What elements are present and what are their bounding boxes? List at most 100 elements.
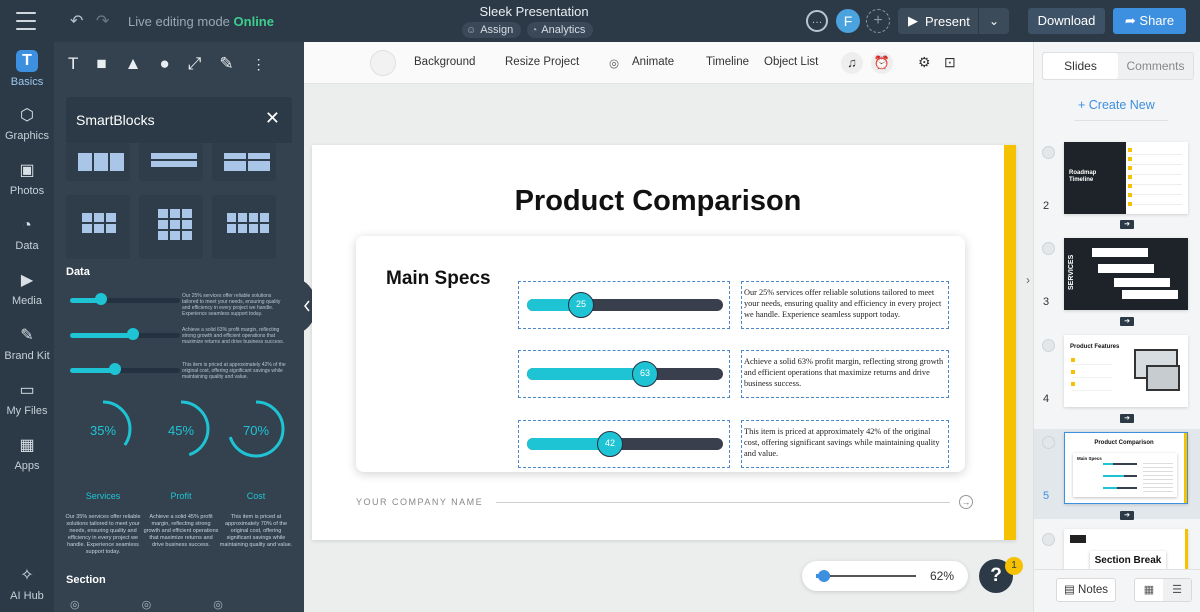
transition-icon[interactable]: ➔ — [1120, 317, 1134, 326]
spec-description[interactable]: Achieve a solid 63% profit margin, refle… — [741, 350, 949, 398]
rail-item-apps[interactable]: ▦ Apps — [0, 436, 54, 472]
spec-slider[interactable]: 63 — [518, 350, 730, 398]
section-preview-icons[interactable]: ◎◎◎ — [70, 598, 285, 611]
rail-item-photos[interactable]: ▣ Photos — [0, 161, 54, 197]
card-title[interactable]: Main Specs — [386, 268, 491, 290]
slide-thumbnail-active[interactable]: Product Comparison Main Specs — [1064, 432, 1188, 504]
rail-item-media[interactable]: ▶ Media — [0, 271, 54, 307]
slide-options-dot[interactable] — [1042, 339, 1055, 352]
mini-slider-text: Achieve a solid 63% profit margin, refle… — [182, 327, 284, 345]
triangle-tool-icon[interactable]: ▲ — [125, 54, 142, 74]
settings-gear-icon[interactable]: ⚙ — [918, 54, 931, 71]
slide-canvas[interactable]: Product Comparison Main Specs 25 Our 25%… — [312, 145, 1016, 540]
music-icon[interactable]: ♫ — [841, 52, 863, 74]
alarm-clock-icon[interactable]: ⏰ — [871, 52, 893, 74]
background-button[interactable]: Background — [414, 56, 475, 68]
section-heading: Section — [66, 574, 106, 586]
slide-options-dot[interactable] — [1042, 242, 1055, 255]
close-icon[interactable]: ✕ — [265, 108, 280, 129]
thumb-title: Product Features — [1070, 344, 1120, 350]
background-color-swatch[interactable] — [370, 50, 396, 76]
undo-icon[interactable]: ↶ — [70, 11, 83, 31]
redo-icon[interactable]: ↷ — [96, 11, 109, 31]
slider-knob — [109, 363, 121, 375]
slide-thumbnail[interactable]: Section Break — [1064, 529, 1188, 569]
slider-knob[interactable]: 42 — [597, 431, 623, 457]
animate-icon[interactable]: ◎ — [609, 56, 619, 70]
notes-button[interactable]: ▤ Notes — [1056, 578, 1116, 602]
thumb-text-lines — [1143, 460, 1173, 492]
text-tool-icon[interactable]: T — [68, 54, 78, 74]
list-view-icon[interactable]: ☰ — [1163, 579, 1191, 601]
screenshot-icon[interactable]: ⊡ — [944, 54, 956, 71]
spec-description[interactable]: This item is priced at approximately 42%… — [741, 420, 949, 468]
rail-item-my-files[interactable]: ▭ My Files — [0, 381, 54, 417]
tab-comments[interactable]: Comments — [1118, 53, 1193, 79]
download-button[interactable]: Download — [1028, 8, 1105, 34]
rail-item-ai-hub[interactable]: ✧ AI Hub — [0, 566, 54, 602]
company-name[interactable]: YOUR COMPANY NAME — [356, 497, 483, 507]
present-button[interactable]: ▶ Present — [898, 8, 978, 34]
slide-options-dot[interactable] — [1042, 436, 1055, 449]
line-tool-icon[interactable]: ⤢ — [188, 54, 202, 74]
avatar[interactable]: F — [836, 9, 860, 33]
specs-card[interactable]: Main Specs 25 Our 25% services offer rel… — [356, 236, 965, 472]
thumb-card — [1114, 278, 1170, 287]
spec-slider[interactable]: 25 — [518, 281, 730, 329]
zoom-slider-knob[interactable] — [818, 570, 830, 582]
transition-icon[interactable]: ➔ — [1120, 220, 1134, 229]
assign-button[interactable]: ☺ Assign — [462, 22, 522, 38]
mini-slider — [70, 328, 180, 340]
photo-icon: ▣ — [19, 162, 35, 179]
transition-icon[interactable]: ➔ — [1120, 414, 1134, 423]
add-collaborator-icon[interactable]: + — [866, 9, 890, 33]
layout-tile[interactable] — [212, 195, 276, 259]
slide-thumbnail[interactable]: Roadmap Timeline — [1064, 142, 1188, 214]
create-new-slide-button[interactable]: + Create New — [1078, 98, 1155, 112]
spec-slider[interactable]: 42 — [518, 420, 730, 468]
timeline-button[interactable]: Timeline — [706, 56, 749, 68]
more-tools-icon[interactable]: ⋮ — [252, 56, 266, 73]
slide-options-dot[interactable] — [1042, 533, 1055, 546]
slide-options-dot[interactable] — [1042, 146, 1055, 159]
smartblocks-panel: T ■ ▲ ● ⤢ ✎ ⋮ SmartBlocks ✕ Data Our 25%… — [54, 42, 304, 612]
rail-label: Graphics — [4, 130, 50, 142]
layout-tile[interactable] — [139, 143, 203, 181]
tab-slides[interactable]: Slides — [1043, 53, 1118, 79]
layout-tile[interactable] — [212, 143, 276, 181]
slide-thumbnail[interactable]: Product Features — [1064, 335, 1188, 407]
animate-button[interactable]: Animate — [632, 56, 674, 68]
thumb-slider-fill — [1103, 487, 1117, 489]
object-list-button[interactable]: Object List — [764, 56, 818, 68]
resize-project-button[interactable]: Resize Project — [505, 56, 579, 68]
rail-item-basics[interactable]: T Basics — [0, 50, 54, 88]
chat-icon[interactable]: … — [806, 10, 828, 32]
slide-title[interactable]: Product Comparison — [312, 185, 1004, 218]
circle-tool-icon[interactable]: ● — [160, 54, 170, 74]
grid-view-icon[interactable]: ▦ — [1135, 579, 1163, 601]
slider-fill — [70, 333, 132, 338]
layout-tile[interactable] — [139, 195, 203, 259]
present-dropdown-chevron-icon[interactable]: ⌄ — [979, 8, 1009, 34]
layout-tile[interactable] — [66, 195, 130, 259]
rail-item-brand-kit[interactable]: ✎ Brand Kit — [0, 326, 54, 362]
share-button[interactable]: ➦ Share — [1113, 8, 1186, 34]
transition-icon[interactable]: ➔ — [1120, 511, 1134, 520]
spec-description[interactable]: Our 25% services offer reliable solution… — [741, 281, 949, 329]
slider-knob[interactable]: 63 — [632, 361, 658, 387]
menu-icon[interactable] — [16, 12, 36, 30]
slide-thumbnail[interactable]: SERVICES — [1064, 238, 1188, 310]
rail-item-graphics[interactable]: ⬡ Graphics — [0, 106, 54, 142]
pen-tool-icon[interactable]: ✎ — [219, 54, 233, 74]
rail-item-data[interactable]: ◔ Data — [0, 216, 54, 252]
zoom-track[interactable] — [816, 575, 916, 577]
rectangle-tool-icon[interactable]: ■ — [96, 54, 106, 74]
project-title[interactable]: Sleek Presentation — [470, 4, 598, 19]
expand-chevron-icon[interactable]: › — [1022, 265, 1034, 295]
notes-label: Notes — [1078, 584, 1109, 596]
accent-bar — [1004, 145, 1016, 540]
slider-knob[interactable]: 25 — [568, 292, 594, 318]
analytics-button[interactable]: ◔ Analytics — [527, 22, 594, 38]
layout-tile[interactable] — [66, 143, 130, 181]
shapes-icon: ⬡ — [20, 107, 34, 124]
